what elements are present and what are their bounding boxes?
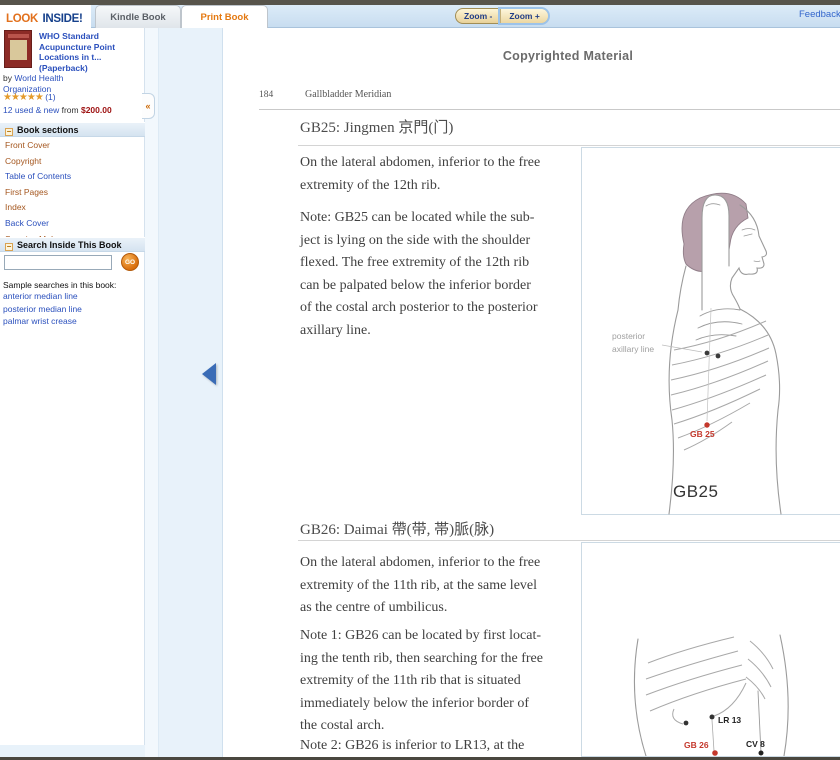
gb25-figure-caption: GB25 (673, 482, 718, 502)
offers-row: 12 used & new from $200.00 (3, 105, 112, 115)
page-number: 184 (259, 90, 273, 100)
gb26-figure: LR 13 GB 26 CV 8 (581, 542, 840, 757)
running-header-rule (259, 109, 840, 110)
feedback-link[interactable]: Feedback (799, 9, 840, 20)
book-cover-thumbnail[interactable] (4, 30, 32, 68)
look-inside-logo: LOOK INSIDE! (0, 5, 91, 28)
offers-link[interactable]: 12 used & new (3, 105, 59, 115)
sidebar-item-back-cover[interactable]: Back Cover (5, 218, 140, 228)
gb25-heading: GB25: Jingmen 京門(门) (300, 116, 453, 137)
cover-art-panel (10, 40, 27, 60)
byline: by World Health Organization (3, 73, 103, 94)
book-page: Copyrighted Material 184 Gallbladder Mer… (222, 28, 840, 757)
sidebar-item-table-of-contents[interactable]: Table of Contents (5, 171, 140, 181)
gb25-note-paragraph: Note: GB25 can be located while the sub-… (300, 207, 600, 342)
by-label: by (3, 73, 14, 83)
sample-search-anterior-median-line[interactable]: anterior median line (3, 291, 82, 301)
sidebar: WHO Standard Acupuncture Point Locations… (0, 28, 145, 745)
search-input[interactable] (4, 255, 112, 270)
sidebar-item-index[interactable]: Index (5, 202, 140, 212)
gb26-note1-paragraph: Note 1: GB26 can be located by first loc… (300, 625, 600, 738)
previous-page-arrow-icon[interactable] (202, 363, 216, 385)
tab-kindle-book[interactable]: Kindle Book (95, 5, 181, 28)
cover-art-band (8, 34, 29, 38)
tab-print-book[interactable]: Print Book (181, 5, 268, 29)
offers-from-label: from (59, 105, 81, 115)
star-rating-icon[interactable]: ★★★★★ (3, 92, 43, 103)
offers-price: $200.00 (81, 105, 112, 115)
copyrighted-material-banner: Copyrighted Material (503, 49, 633, 63)
search-inside-title: Search Inside This Book (17, 240, 122, 250)
sample-searches-list: anterior median line posterior median li… (3, 291, 82, 329)
gb26-location-paragraph: On the lateral abdomen, inferior to the … (300, 552, 600, 620)
gb26-anatomy-illustration (582, 543, 840, 756)
book-sections-list: Front Cover Copyright Table of Contents … (5, 140, 140, 249)
book-sections-title: Book sections (17, 125, 79, 135)
gb25-point-label: GB 25 (690, 429, 715, 439)
sample-search-palmar-wrist-crease[interactable]: palmar wrist crease (3, 316, 82, 326)
sample-searches-label: Sample searches in this book: (3, 280, 116, 290)
sidebar-collapse-button[interactable]: « (142, 93, 155, 119)
logo-inside-text: INSIDE! (42, 13, 82, 25)
lr13-point-label: LR 13 (718, 715, 741, 725)
sample-search-posterior-median-line[interactable]: posterior median line (3, 304, 82, 314)
sidebar-collapse-rail (145, 28, 159, 757)
cv8-point-label: CV 8 (746, 739, 765, 749)
gb26-point-label: GB 26 (684, 740, 709, 750)
sidebar-item-copyright[interactable]: Copyright (5, 156, 140, 166)
book-sections-header: −Book sections (0, 122, 145, 137)
gb25-figure: posterior axillary line GB 25 GB25 (581, 147, 840, 515)
posterior-axillary-line-annotation: posterior axillary line (612, 330, 654, 356)
search-go-button[interactable]: GO (121, 253, 139, 271)
zoom-controls: Zoom - Zoom + (455, 8, 549, 24)
rating-row: ★★★★★ (1) (3, 92, 56, 103)
gb26-heading: GB26: Daimai 帶(带, 帯)脈(脉) (300, 518, 494, 539)
gb26-heading-rule (298, 540, 840, 541)
zoom-out-button[interactable]: Zoom - (456, 9, 500, 23)
collapse-sections-icon[interactable]: − (5, 128, 13, 136)
search-inside-header: −Search Inside This Book (0, 237, 145, 252)
sidebar-item-front-cover[interactable]: Front Cover (5, 140, 140, 150)
gb26-note2-paragraph: Note 2: GB26 is inferior to LR13, at the… (300, 735, 600, 757)
look-inside-reader: LOOK INSIDE! Kindle Book Print Book Zoom… (0, 0, 840, 760)
collapse-search-icon[interactable]: − (5, 243, 13, 251)
zoom-in-button[interactable]: Zoom + (500, 9, 547, 23)
running-title: Gallbladder Meridian (305, 89, 391, 100)
logo-look-text: LOOK (6, 13, 38, 25)
review-count-link[interactable]: (1) (45, 92, 55, 102)
sidebar-item-first-pages[interactable]: First Pages (5, 187, 140, 197)
book-title-link[interactable]: WHO Standard Acupuncture Point Locations… (39, 31, 142, 73)
gb25-heading-rule (298, 145, 840, 146)
gb25-location-paragraph: On the lateral abdomen, inferior to the … (300, 152, 600, 197)
